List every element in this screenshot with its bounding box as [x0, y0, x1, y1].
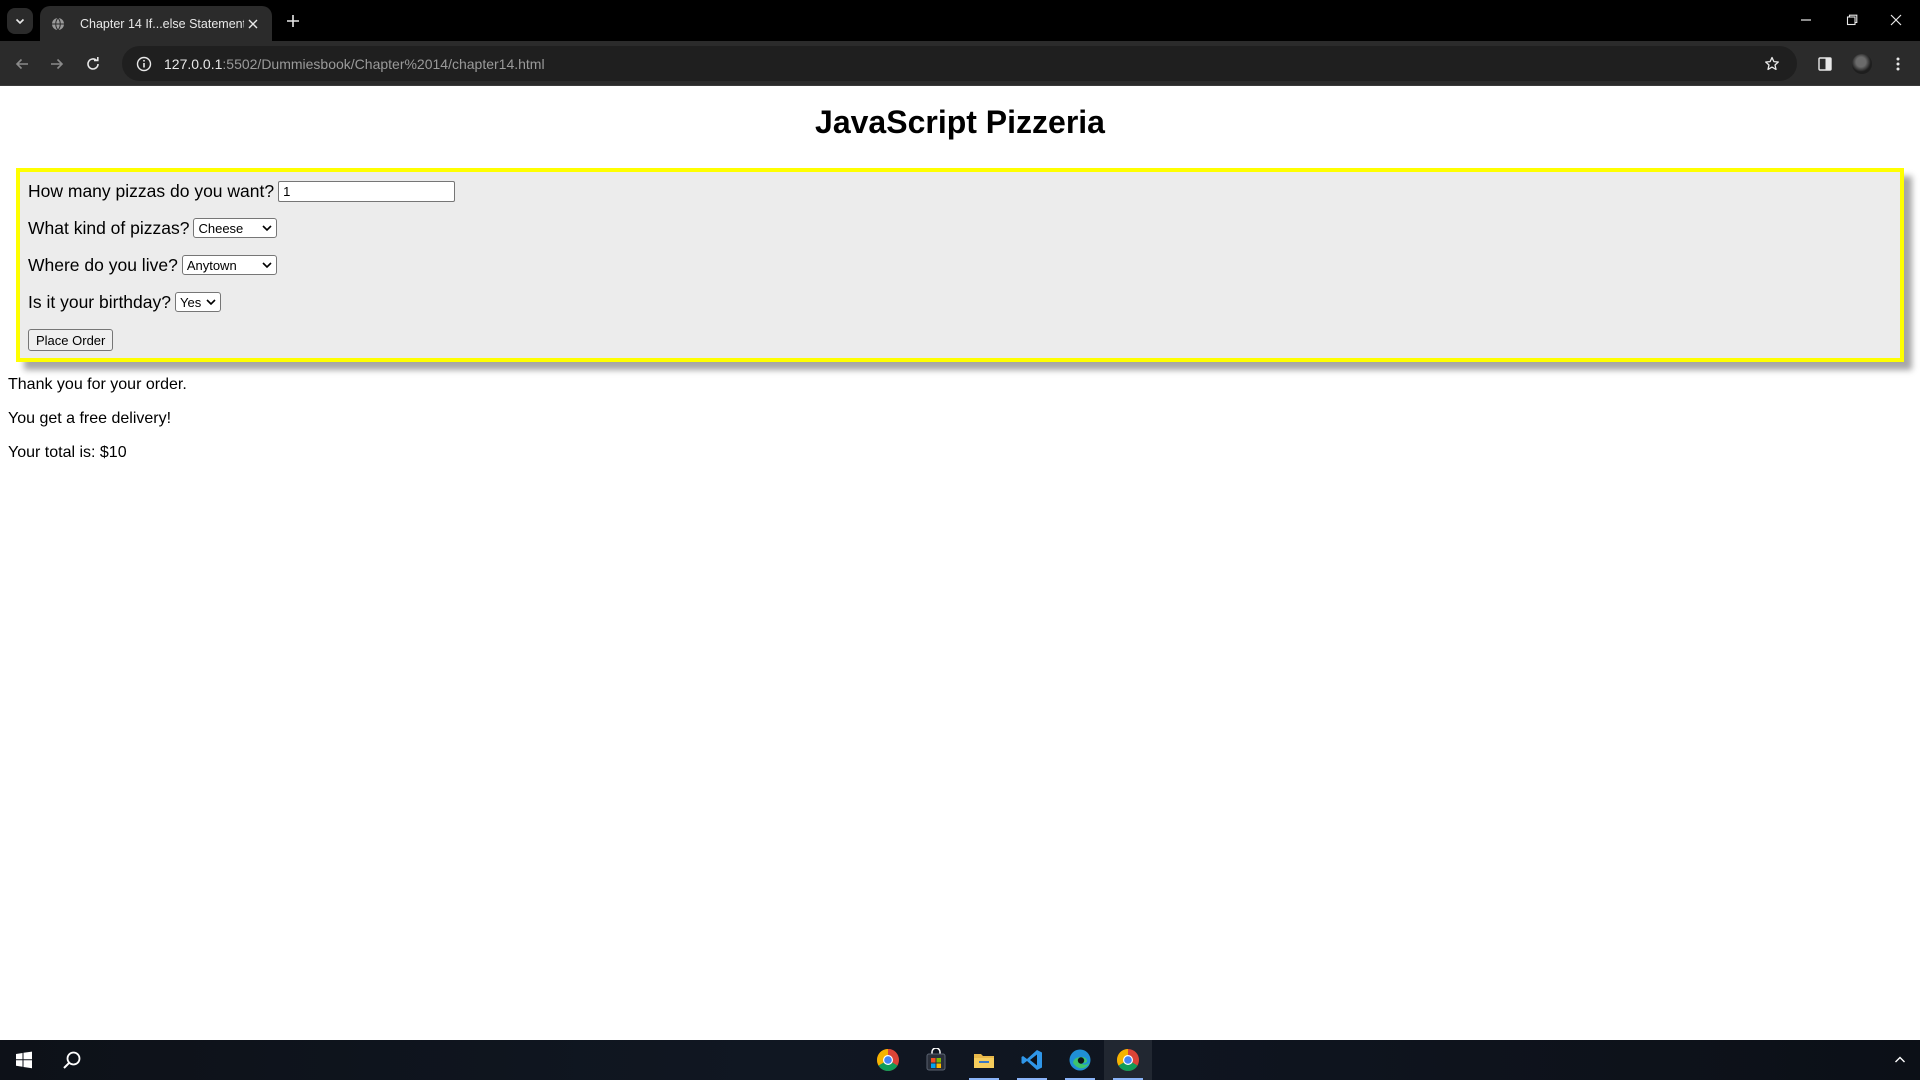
location-value: Anytown: [186, 258, 237, 273]
close-icon: [1890, 14, 1902, 26]
location-select[interactable]: Anytown: [181, 255, 277, 275]
delivery-message: You get a free delivery!: [8, 410, 172, 427]
arrow-left-icon: [15, 58, 28, 70]
reload-button[interactable]: [79, 50, 107, 78]
birthday-row: Is it your birthday? Yes: [28, 290, 1892, 314]
order-form: How many pizzas do you want? What kind o…: [16, 168, 1904, 362]
minimize-button[interactable]: [1792, 8, 1820, 32]
url-host: 127.0.0.1: [164, 55, 223, 72]
microsoft-store-icon: [926, 1048, 946, 1071]
total-message: Your total is: $10: [8, 444, 127, 461]
pizza-type-value: Cheese: [198, 221, 244, 236]
windows-start-button[interactable]: [0, 1040, 48, 1080]
browser-tab[interactable]: Chapter 14 If...else Statements: [40, 6, 272, 41]
web-page: JavaScript Pizzeria How many pizzas do y…: [0, 86, 1920, 1040]
chevron-down-icon: [262, 262, 272, 269]
taskbar-chrome-active[interactable]: [1104, 1040, 1152, 1080]
chrome-icon: [877, 1049, 899, 1071]
chevron-up-icon: [1895, 1056, 1905, 1063]
tab-search-button[interactable]: [7, 8, 33, 34]
more-vertical-icon: [1896, 57, 1900, 71]
quantity-input[interactable]: [278, 180, 456, 202]
avatar: [1852, 54, 1872, 74]
vscode-icon: [1021, 1050, 1042, 1070]
thank-you-message: Thank you for your order.: [8, 376, 187, 393]
chevron-down-icon: [206, 299, 216, 306]
close-tab-icon[interactable]: [244, 15, 262, 33]
taskbar-edge[interactable]: [1056, 1040, 1104, 1080]
taskbar-vscode[interactable]: [1008, 1040, 1056, 1080]
windows-start-icon: [16, 1051, 32, 1069]
back-button[interactable]: [8, 50, 36, 78]
tab-title: Chapter 14 If...else Statements: [80, 16, 244, 31]
globe-icon: [50, 16, 66, 32]
address-bar[interactable]: 127.0.0.1:5502/Dummiesbook/Chapter%2014/…: [122, 46, 1797, 81]
chevron-down-icon: [15, 18, 25, 25]
restore-icon: [1846, 14, 1858, 26]
url-text: 127.0.0.1:5502/Dummiesbook/Chapter%2014/…: [164, 56, 545, 72]
side-panel-button[interactable]: [1812, 51, 1838, 77]
reload-icon: [87, 57, 99, 70]
chrome-icon: [1117, 1049, 1139, 1071]
birthday-select[interactable]: Yes: [174, 292, 221, 312]
file-explorer-icon: [974, 1054, 994, 1068]
new-tab-button[interactable]: [282, 10, 304, 32]
minimize-icon: [1801, 19, 1811, 21]
edge-icon: [1069, 1049, 1091, 1071]
browser-toolbar: 127.0.0.1:5502/Dummiesbook/Chapter%2014/…: [0, 41, 1920, 86]
browser-menu-button[interactable]: [1885, 51, 1911, 77]
pizza-type-select[interactable]: Cheese: [193, 218, 278, 238]
place-order-button[interactable]: Place Order: [28, 329, 114, 351]
pizza-type-label: What kind of pizzas?: [28, 217, 190, 238]
forward-button[interactable]: [43, 50, 71, 78]
taskbar-file-explorer[interactable]: [960, 1040, 1008, 1080]
site-info-icon[interactable]: [134, 54, 154, 74]
bookmark-star-icon[interactable]: [1761, 53, 1783, 75]
quantity-row: How many pizzas do you want?: [28, 179, 1892, 203]
pizza-type-row: What kind of pizzas? Cheese: [28, 216, 1892, 240]
quantity-label: How many pizzas do you want?: [28, 180, 275, 201]
restore-button[interactable]: [1838, 8, 1866, 32]
side-panel-icon: [1818, 57, 1832, 71]
taskbar-search-button[interactable]: [48, 1040, 96, 1080]
taskbar-chrome[interactable]: [864, 1040, 912, 1080]
taskbar: [0, 1040, 1920, 1080]
plus-icon: [287, 15, 299, 27]
chevron-down-icon: [262, 225, 273, 232]
profile-button[interactable]: [1849, 51, 1875, 77]
url-path: :5502/Dummiesbook/Chapter%2014/chapter14…: [222, 55, 545, 72]
location-label: Where do you live?: [28, 254, 178, 275]
arrow-right-icon: [51, 58, 64, 70]
close-window-button[interactable]: [1882, 8, 1910, 32]
page-title: JavaScript Pizzeria: [815, 104, 1105, 140]
tab-strip: Chapter 14 If...else Statements: [0, 0, 1920, 41]
birthday-value: Yes: [179, 295, 202, 310]
search-icon: [63, 1051, 81, 1069]
show-hidden-icons-button[interactable]: [1880, 1040, 1920, 1080]
birthday-label: Is it your birthday?: [28, 291, 171, 312]
taskbar-microsoft-store[interactable]: [912, 1040, 960, 1080]
location-row: Where do you live? Anytown: [28, 253, 1892, 277]
